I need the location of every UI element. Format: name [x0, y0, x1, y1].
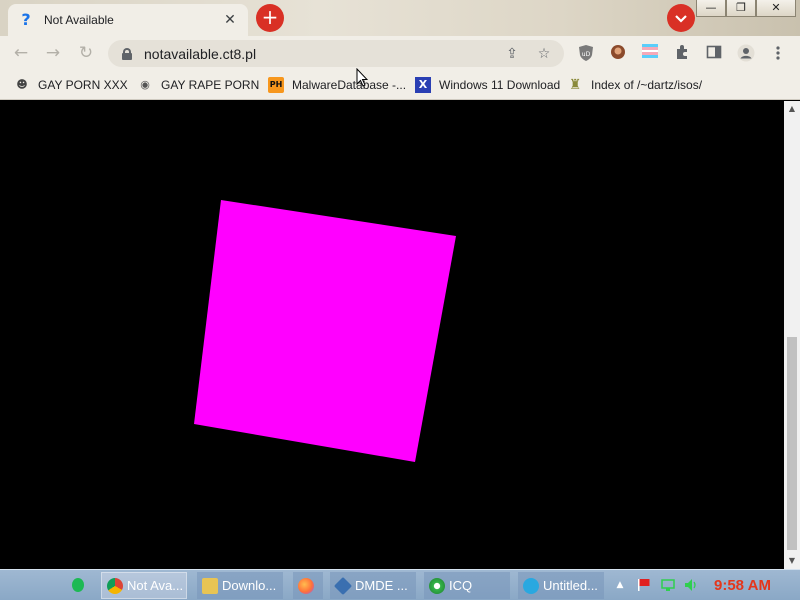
bookmark-malwaredatabase[interactable]: PH MalwareDatabase -... [268, 76, 406, 94]
server-icon: ♜ [568, 77, 582, 93]
task-icq[interactable]: ICQ [424, 572, 510, 599]
address-bar[interactable]: notavailable.ct8.pl ⇪ ☆ [108, 40, 564, 67]
tab-not-available[interactable]: ? Not Available ✕ [8, 4, 248, 36]
firefox-icon [298, 577, 314, 594]
question-mark-icon: ? [21, 10, 31, 29]
taskbar: Not Ava... Downlo... DMDE ... ICQ Untitl… [0, 569, 800, 600]
spotify-icon[interactable] [72, 578, 84, 592]
paint-icon [523, 577, 539, 594]
task-label: ICQ [449, 578, 473, 593]
browser-toolbar: ← → ↻ notavailable.ct8.pl ⇪ ☆ uD [0, 36, 800, 70]
chrome-icon [107, 577, 123, 594]
window-controls: — ❐ ✕ [696, 0, 796, 18]
share-icon[interactable]: ⇪ [504, 46, 520, 62]
profile-icon[interactable] [737, 44, 755, 62]
task-label: DMDE ... [355, 578, 408, 593]
bookmark-label: GAY PORN XXX [38, 78, 128, 92]
minimize-button[interactable]: — [696, 0, 726, 17]
task-dmde[interactable]: DMDE ... [330, 572, 416, 599]
title-bar: ? Not Available ✕ + — ❐ ✕ [0, 0, 800, 36]
extensions-puzzle-icon[interactable] [673, 44, 691, 62]
scroll-down-arrow-icon[interactable]: ▼ [784, 553, 800, 569]
bookmark-index-of-dartz-isos[interactable]: ♜ Index of /~dartz/isos/ [567, 76, 702, 94]
lock-icon [122, 47, 132, 60]
flag-icon[interactable] [637, 578, 651, 592]
globe-icon: ◉ [140, 78, 150, 91]
svg-text:uD: uD [582, 51, 591, 58]
bookmark-gay-rape-porn[interactable]: ◉ GAY RAPE PORN [137, 76, 259, 94]
task-chrome[interactable]: Not Ava... [101, 572, 187, 599]
wolf-icon: ☻ [16, 78, 28, 91]
task-label: Downlo... [222, 578, 277, 593]
bookmark-label: MalwareDatabase -... [292, 78, 407, 92]
bookmark-star-icon[interactable]: ☆ [536, 46, 552, 62]
tray-expand-icon[interactable]: ▲ [613, 578, 627, 592]
ublock-icon[interactable]: uD [577, 44, 595, 62]
restore-button[interactable]: ❐ [726, 0, 756, 17]
bookmark-label: Index of /~dartz/isos/ [591, 78, 703, 92]
volume-icon[interactable] [684, 578, 698, 592]
flag-extension-icon[interactable] [641, 44, 659, 62]
tab-search-button[interactable] [667, 4, 695, 32]
network-icon[interactable] [661, 578, 675, 592]
page-content [0, 101, 784, 569]
back-icon[interactable]: ← [10, 42, 32, 64]
side-panel-icon[interactable] [705, 44, 723, 62]
magenta-square [194, 200, 456, 462]
icq-flower-icon [429, 577, 445, 594]
ph-icon: PH [268, 77, 284, 93]
task-untitled-paint[interactable]: Untitled... [518, 572, 604, 599]
reload-icon[interactable]: ↻ [75, 42, 97, 64]
page-canvas [194, 200, 456, 462]
task-downloads[interactable]: Downlo... [197, 572, 283, 599]
x-icon: X [415, 77, 431, 93]
bookmark-label: GAY RAPE PORN [161, 78, 260, 92]
scrollbar-thumb[interactable] [787, 337, 797, 550]
vertical-scrollbar[interactable]: ▲ ▼ [784, 101, 800, 569]
bookmark-windows-11-download[interactable]: X Windows 11 Download [415, 76, 560, 94]
bookmark-gay-porn-xxx[interactable]: ☻ GAY PORN XXX [14, 76, 128, 94]
task-label: Untitled... [543, 578, 598, 593]
tab-close-icon[interactable]: ✕ [222, 12, 238, 28]
scroll-up-arrow-icon[interactable]: ▲ [784, 101, 800, 117]
extension-avatar-icon[interactable] [609, 44, 627, 62]
bookmark-label: Windows 11 Download [439, 78, 561, 92]
menu-kebab-icon[interactable] [769, 44, 787, 62]
dmde-icon [333, 576, 353, 595]
task-label: Not Ava... [127, 578, 184, 593]
bookmarks-bar: ☻ GAY PORN XXX ◉ GAY RAPE PORN PH Malwar… [0, 70, 800, 100]
taskbar-clock[interactable]: 9:58 AM [714, 577, 771, 594]
url-text: notavailable.ct8.pl [144, 45, 257, 62]
chevron-down-icon [675, 15, 687, 23]
mouse-cursor-icon [356, 68, 368, 87]
folder-icon [202, 577, 218, 594]
task-firefox[interactable] [293, 572, 323, 599]
new-tab-button[interactable]: + [256, 4, 284, 32]
tab-title: Not Available [44, 13, 114, 27]
close-window-button[interactable]: ✕ [756, 0, 796, 17]
forward-icon[interactable]: → [42, 42, 64, 64]
